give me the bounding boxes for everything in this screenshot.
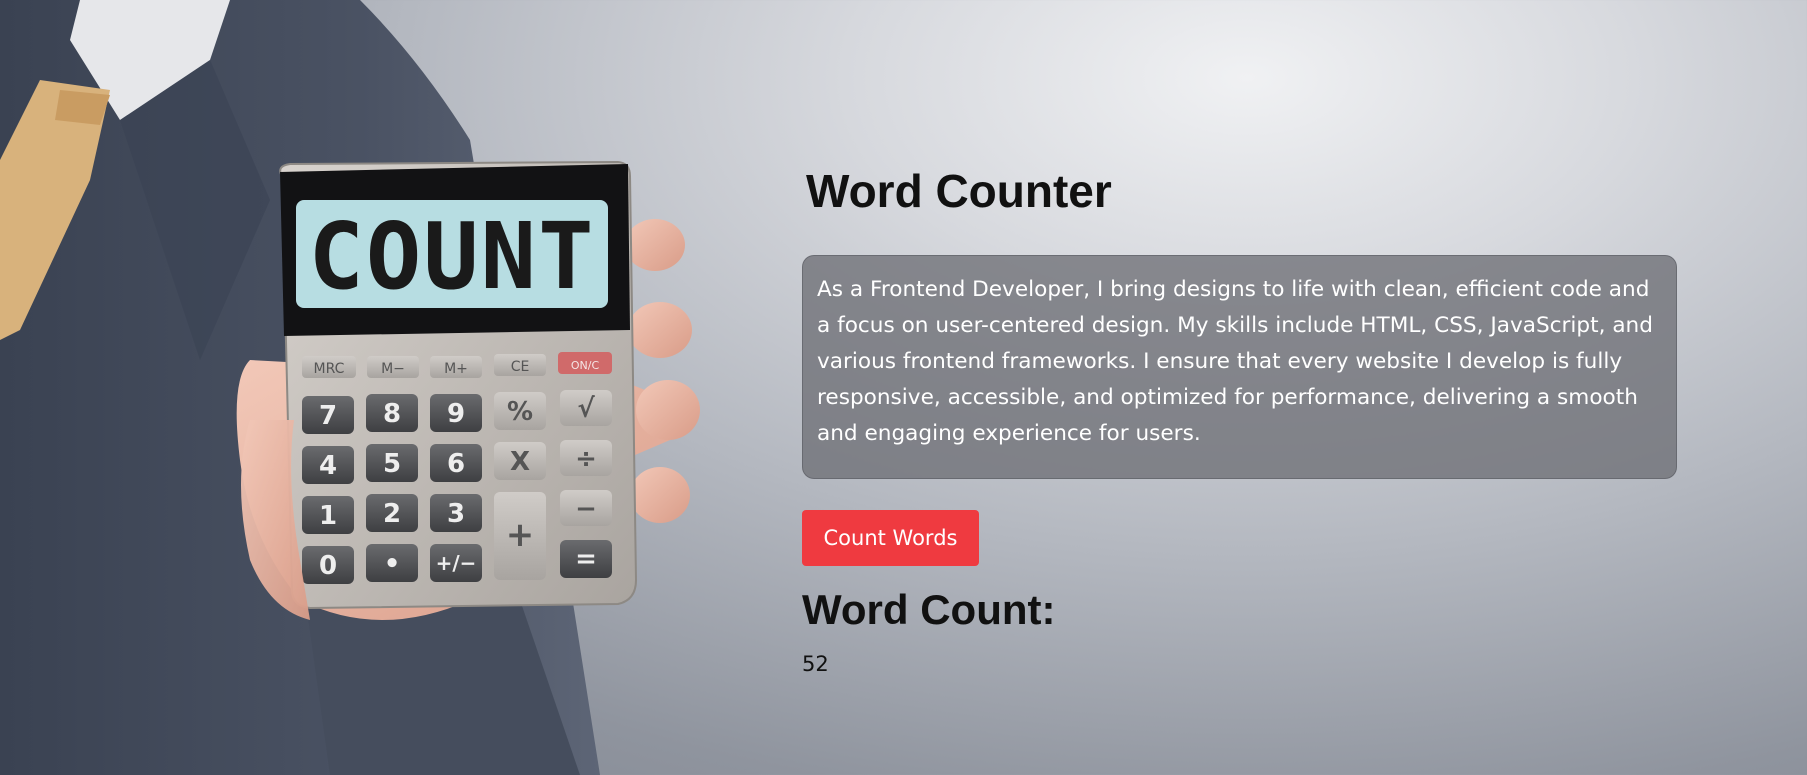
svg-text:0: 0 — [319, 551, 337, 581]
word-count-heading: Word Count: — [802, 586, 1056, 633]
hero-image: COUNT MRC M− M+ CE ON/C 7 8 9 % √ 4 5 6 … — [0, 0, 760, 775]
svg-text:2: 2 — [383, 499, 401, 529]
svg-text:6: 6 — [447, 449, 465, 479]
svg-text:ON/C: ON/C — [571, 359, 600, 372]
page-title: Word Counter — [806, 165, 1112, 217]
svg-text:7: 7 — [319, 401, 337, 431]
svg-text:MRC: MRC — [314, 361, 345, 377]
svg-text:%: % — [507, 397, 533, 427]
svg-text:√: √ — [577, 394, 595, 424]
svg-text:4: 4 — [319, 451, 337, 481]
svg-text:−: − — [575, 494, 597, 524]
svg-text:•: • — [384, 549, 401, 579]
svg-text:1: 1 — [319, 501, 337, 531]
svg-text:9: 9 — [447, 399, 465, 429]
calculator-display-text: COUNT — [309, 203, 596, 310]
svg-text:3: 3 — [447, 499, 465, 529]
svg-text:8: 8 — [383, 399, 401, 429]
count-words-button[interactable]: Count Words — [802, 510, 979, 566]
svg-text:=: = — [575, 544, 597, 574]
svg-text:M−: M− — [381, 361, 405, 377]
svg-text:CE: CE — [511, 359, 530, 375]
businessman-calculator-illustration: COUNT MRC M− M+ CE ON/C 7 8 9 % √ 4 5 6 … — [0, 0, 700, 775]
svg-text:+/−: +/− — [436, 551, 477, 575]
word-count-value: 52 — [802, 652, 829, 676]
svg-text:X: X — [510, 447, 530, 477]
text-input[interactable] — [802, 255, 1677, 479]
svg-text:5: 5 — [383, 449, 401, 479]
svg-text:÷: ÷ — [575, 444, 597, 474]
svg-text:M+: M+ — [444, 361, 468, 377]
svg-text:+: + — [506, 515, 535, 555]
